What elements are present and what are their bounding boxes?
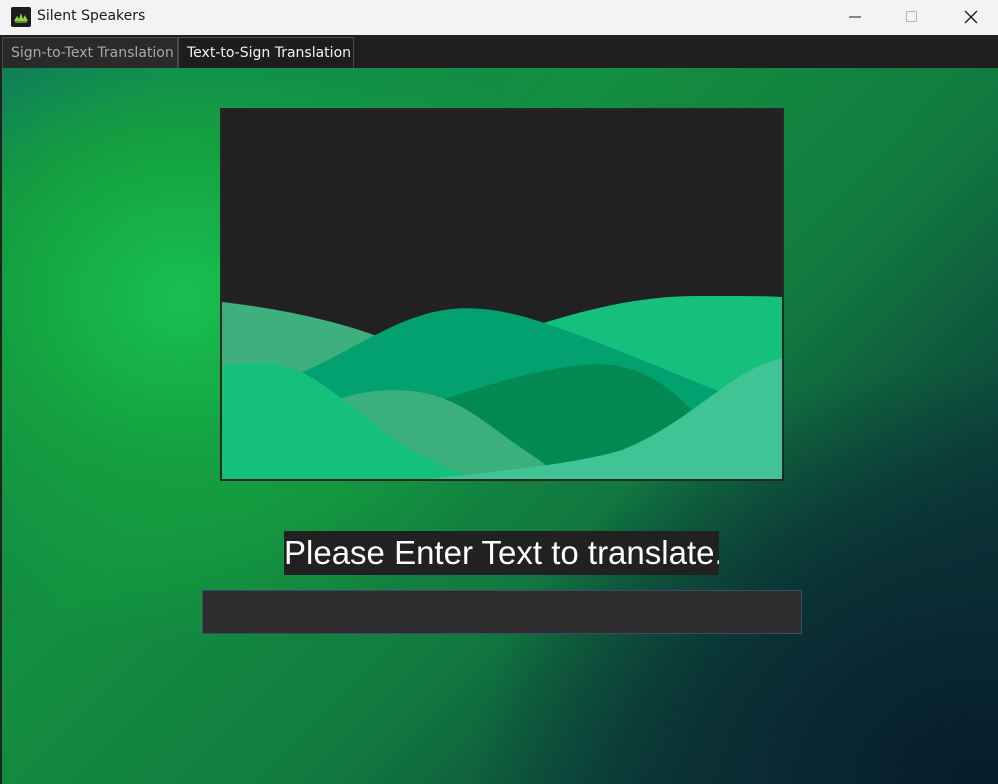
sign-output-image [220, 108, 784, 481]
close-button[interactable] [948, 0, 994, 34]
minimize-icon [849, 16, 861, 18]
translate-text-input[interactable] [202, 590, 802, 634]
tab-text-to-sign[interactable]: Text-to-Sign Translation [178, 37, 354, 68]
tab-bar: Sign-to-Text Translation Text-to-Sign Tr… [0, 35, 998, 68]
app-leaf-icon [11, 7, 31, 27]
tab-sign-to-text[interactable]: Sign-to-Text Translation [2, 37, 178, 68]
landscape-placeholder-image [222, 110, 782, 479]
minimize-button[interactable] [832, 0, 878, 34]
app-window: Silent Speakers Sign-to-Text Translation… [0, 0, 998, 784]
close-icon [964, 10, 978, 24]
maximize-icon [906, 11, 917, 22]
title-bar[interactable]: Silent Speakers [0, 0, 998, 34]
maximize-button[interactable] [889, 0, 935, 34]
prompt-label: Please Enter Text to translate. [284, 531, 719, 575]
window-title: Silent Speakers [37, 8, 146, 24]
